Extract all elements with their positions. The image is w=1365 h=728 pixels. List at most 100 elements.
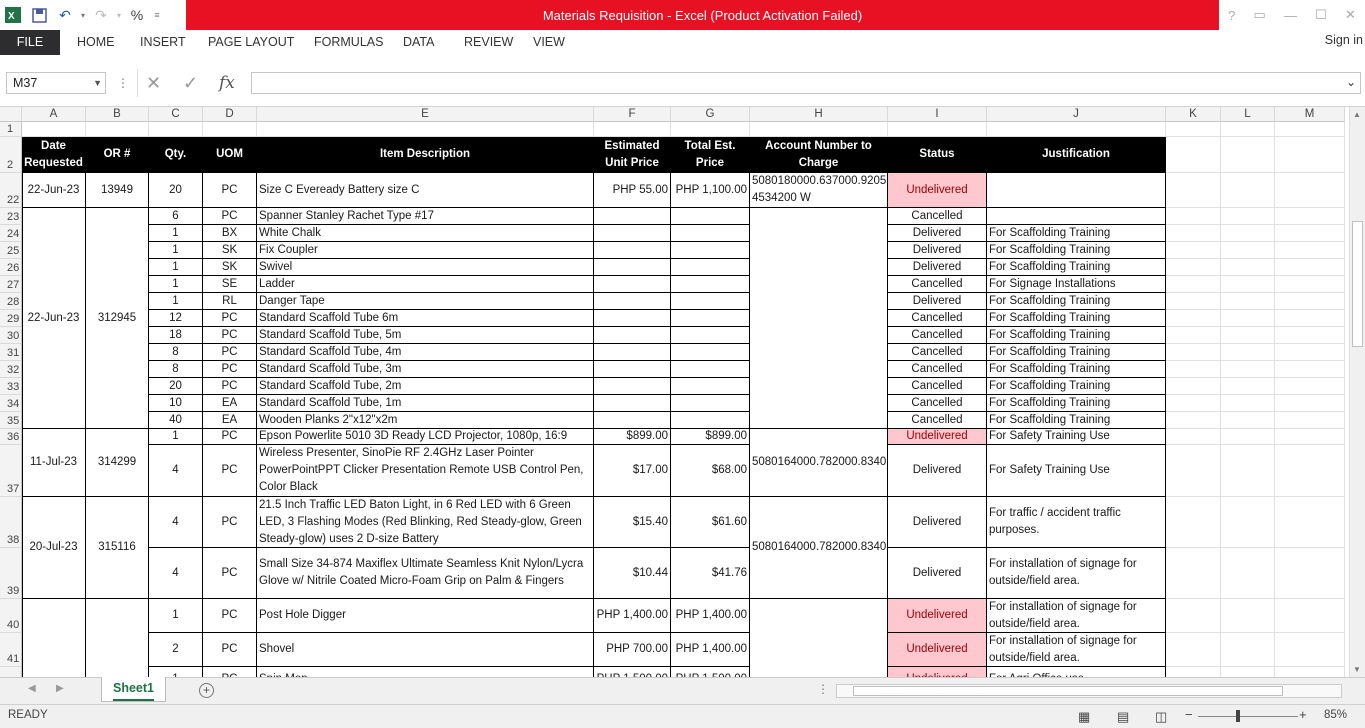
tab-page-layout[interactable]: PAGE LAYOUT [200, 30, 302, 55]
total-price-cell[interactable] [671, 242, 750, 259]
description-cell[interactable]: Standard Scaffold Tube 6m [257, 310, 594, 327]
total-price-cell[interactable]: $899.00 [671, 429, 750, 445]
empty-cell[interactable] [1221, 599, 1275, 633]
date-cell[interactable] [22, 599, 86, 677]
empty-cell[interactable] [1275, 599, 1345, 633]
uom-cell[interactable]: PC [203, 173, 257, 208]
row-header-39[interactable]: 39 [0, 548, 22, 599]
description-cell[interactable]: Size C Eveready Battery size C [257, 173, 594, 208]
column-header-j[interactable]: J [987, 107, 1166, 122]
empty-cell[interactable] [1166, 344, 1221, 361]
description-cell[interactable]: Spin Mop [257, 667, 594, 677]
qty-cell[interactable]: 4 [149, 445, 203, 497]
total-price-cell[interactable] [671, 327, 750, 344]
empty-cell[interactable] [1166, 633, 1221, 667]
total-price-cell[interactable] [671, 361, 750, 378]
empty-cell[interactable] [1221, 276, 1275, 293]
row-header-33[interactable]: 33 [0, 378, 22, 395]
status-cell[interactable]: Cancelled [888, 395, 987, 412]
description-cell[interactable]: Spanner Stanley Rachet Type #17 [257, 208, 594, 225]
qty-cell[interactable]: 6 [149, 208, 203, 225]
empty-cell[interactable] [1275, 361, 1345, 378]
empty-cell[interactable] [1275, 378, 1345, 395]
total-price-cell[interactable]: PHP 1,400.00 [671, 599, 750, 633]
unit-price-cell[interactable]: PHP 700.00 [594, 633, 671, 667]
sheet-prev-icon[interactable]: ◀ [28, 683, 36, 694]
expand-formula-bar-icon[interactable]: ⌄ [1346, 75, 1356, 89]
justification-cell[interactable]: For Scaffolding Training [987, 361, 1166, 378]
unit-price-cell[interactable] [594, 208, 671, 225]
total-price-cell[interactable]: PHP 1,500.00 [671, 667, 750, 677]
row-header-23[interactable]: 23 [0, 208, 22, 225]
empty-cell[interactable] [86, 122, 149, 137]
status-cell[interactable]: Cancelled [888, 310, 987, 327]
empty-cell[interactable] [1221, 122, 1275, 137]
status-cell[interactable]: Cancelled [888, 208, 987, 225]
account-cell[interactable]: 5080164000.782000.8340 [750, 429, 888, 497]
uom-cell[interactable]: SK [203, 242, 257, 259]
header-account[interactable]: Account Number to Charge [750, 137, 888, 173]
page-layout-view-icon[interactable]: ▤ [1117, 709, 1129, 725]
tab-data[interactable]: DATA [395, 30, 442, 55]
header-unit-price[interactable]: Estimated Unit Price [594, 137, 671, 173]
description-cell[interactable]: Standard Scaffold Tube, 1m [257, 395, 594, 412]
qty-cell[interactable]: 1 [149, 259, 203, 276]
status-cell[interactable]: Delivered [888, 293, 987, 310]
uom-cell[interactable]: PC [203, 599, 257, 633]
uom-cell[interactable]: EA [203, 395, 257, 412]
uom-cell[interactable]: PC [203, 633, 257, 667]
or-number-cell[interactable]: 13949 [86, 173, 149, 208]
header-uom[interactable]: UOM [203, 137, 257, 173]
unit-price-cell[interactable] [594, 310, 671, 327]
excel-logo-icon[interactable]: X [0, 2, 26, 28]
zoom-out-icon[interactable]: − [1185, 707, 1193, 722]
status-cell[interactable]: Cancelled [888, 327, 987, 344]
unit-price-cell[interactable] [594, 344, 671, 361]
status-cell[interactable]: Undelivered [888, 633, 987, 667]
vertical-scroll-thumb[interactable] [1352, 221, 1363, 347]
total-price-cell[interactable] [671, 395, 750, 412]
row-header-22[interactable]: 22 [0, 173, 22, 208]
unit-price-cell[interactable] [594, 361, 671, 378]
description-cell[interactable]: 21.5 Inch Traffic LED Baton Light, in 6 … [257, 497, 594, 548]
qty-cell[interactable]: 8 [149, 361, 203, 378]
empty-cell[interactable] [203, 122, 257, 137]
header-total[interactable]: Total Est. Price [671, 137, 750, 173]
header-justification[interactable]: Justification [987, 137, 1166, 173]
empty-cell[interactable] [1275, 259, 1345, 276]
select-all-corner[interactable] [0, 107, 22, 122]
empty-cell[interactable] [1221, 361, 1275, 378]
date-cell[interactable]: 22-Jun-23 [22, 173, 86, 208]
header-status[interactable]: Status [888, 137, 987, 173]
unit-price-cell[interactable] [594, 242, 671, 259]
empty-cell[interactable] [1166, 395, 1221, 412]
formula-bar-grip-icon[interactable]: ⋮ [117, 72, 129, 94]
qty-cell[interactable]: 2 [149, 633, 203, 667]
header-qty[interactable]: Qty. [149, 137, 203, 173]
qty-cell[interactable]: 1 [149, 242, 203, 259]
empty-cell[interactable] [1221, 445, 1275, 497]
empty-cell[interactable] [888, 122, 987, 137]
justification-cell[interactable]: For Safety Training Use [987, 445, 1166, 497]
description-cell[interactable]: Small Size 34-874 Maxiflex Ultimate Seam… [257, 548, 594, 599]
description-cell[interactable]: Wireless Presenter, SinoPie RF 2.4GHz La… [257, 445, 594, 497]
empty-cell[interactable] [1275, 173, 1345, 208]
status-cell[interactable]: Delivered [888, 242, 987, 259]
description-cell[interactable]: Standard Scaffold Tube, 4m [257, 344, 594, 361]
description-cell[interactable]: Shovel [257, 633, 594, 667]
empty-cell[interactable] [1221, 344, 1275, 361]
empty-cell[interactable] [1275, 327, 1345, 344]
horizontal-scrollbar[interactable] [836, 684, 1342, 698]
empty-cell[interactable] [1166, 137, 1221, 173]
unit-price-cell[interactable]: PHP 1,500.00 [594, 667, 671, 677]
qty-cell[interactable]: 4 [149, 548, 203, 599]
description-cell[interactable]: Wooden Planks 2"x12"x2m [257, 412, 594, 429]
column-header-m[interactable]: M [1275, 107, 1345, 122]
maximize-icon[interactable]: ☐ [1315, 7, 1327, 23]
header-desc[interactable]: Item Description [257, 137, 594, 173]
column-header-g[interactable]: G [671, 107, 750, 122]
status-cell[interactable]: Cancelled [888, 276, 987, 293]
qty-cell[interactable]: 1 [149, 276, 203, 293]
empty-cell[interactable] [1166, 293, 1221, 310]
uom-cell[interactable]: PC [203, 327, 257, 344]
